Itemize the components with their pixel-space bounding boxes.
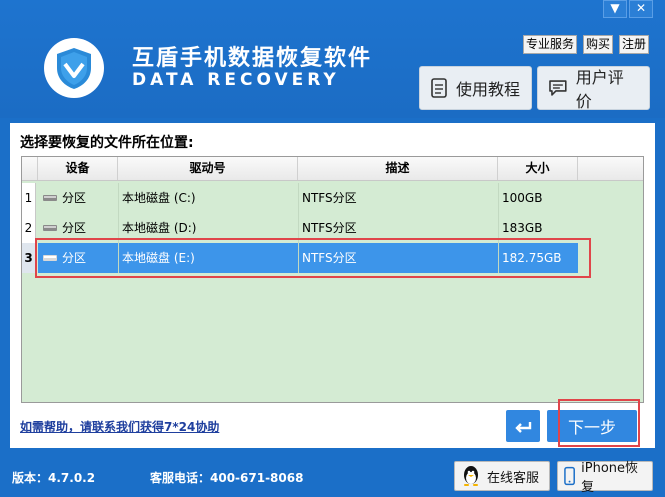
partition-table: 设备 驱动号 描述 大小 1 分区 本地磁盘 (C:) NTFS分区 100GB… [21,156,644,403]
register-link[interactable]: 注册 [618,35,649,54]
row-number: 1 [22,183,36,213]
row-number: 2 [22,213,36,243]
version-text: 版本：4.7.0.2 [12,471,96,485]
buy-link[interactable]: 购买 [582,35,613,54]
app-title: 互盾手机数据恢复软件 [132,46,373,71]
disk-icon [43,225,57,231]
disk-icon [43,195,57,201]
column-description[interactable]: 描述 [298,157,498,180]
column-drive[interactable]: 驱动号 [118,157,298,180]
comment-icon [549,80,567,96]
tutorial-label: 使用教程 [456,80,521,99]
document-icon [431,78,447,98]
back-arrow-icon [515,422,532,433]
online-support-label: 在线客服 [487,470,540,486]
column-device[interactable]: 设备 [38,157,118,180]
tutorial-button[interactable]: 使用教程 [419,66,532,110]
table-row[interactable]: 1 分区 本地磁盘 (C:) NTFS分区 100GB [22,183,643,213]
column-size[interactable]: 大小 [498,157,578,180]
iphone-recovery-label: iPhone恢复 [581,461,639,495]
app-subtitle: DATA RECOVERY [132,70,340,90]
drive-cell: 本地磁盘 (C:) [118,183,298,213]
description-cell: NTFS分区 [298,183,498,213]
user-review-label: 用户评价 [575,68,624,111]
iphone-recovery-button[interactable]: iPhone恢复 [557,461,653,495]
user-review-button[interactable]: 用户评价 [537,66,650,111]
top-links: 专业服务 购买 注册 [522,35,649,54]
pro-service-link[interactable]: 专业服务 [522,35,577,54]
next-button-highlight-box [558,399,640,447]
qq-penguin-icon [464,466,478,486]
device-cell: 分区 [38,183,118,213]
support-phone: 客服电话：400-671-8068 [150,471,304,485]
back-button[interactable] [506,410,540,442]
header-corner [22,157,38,180]
selected-row-highlight-box [35,238,591,278]
phone-icon [564,466,575,486]
device-label: 分区 [62,191,87,205]
size-cell: 100GB [498,183,578,213]
location-prompt: 选择要恢复的文件所在位置: [20,135,194,151]
row-number: 3 [22,243,36,273]
minimize-button[interactable]: ▼ [603,0,627,18]
online-support-button[interactable]: 在线客服 [454,461,550,491]
shield-logo-icon [44,38,104,98]
close-button[interactable]: ✕ [629,0,653,18]
help-link[interactable]: 如需帮助，请联系我们获得7*24协助 [20,418,219,435]
table-header: 设备 驱动号 描述 大小 [22,157,643,181]
